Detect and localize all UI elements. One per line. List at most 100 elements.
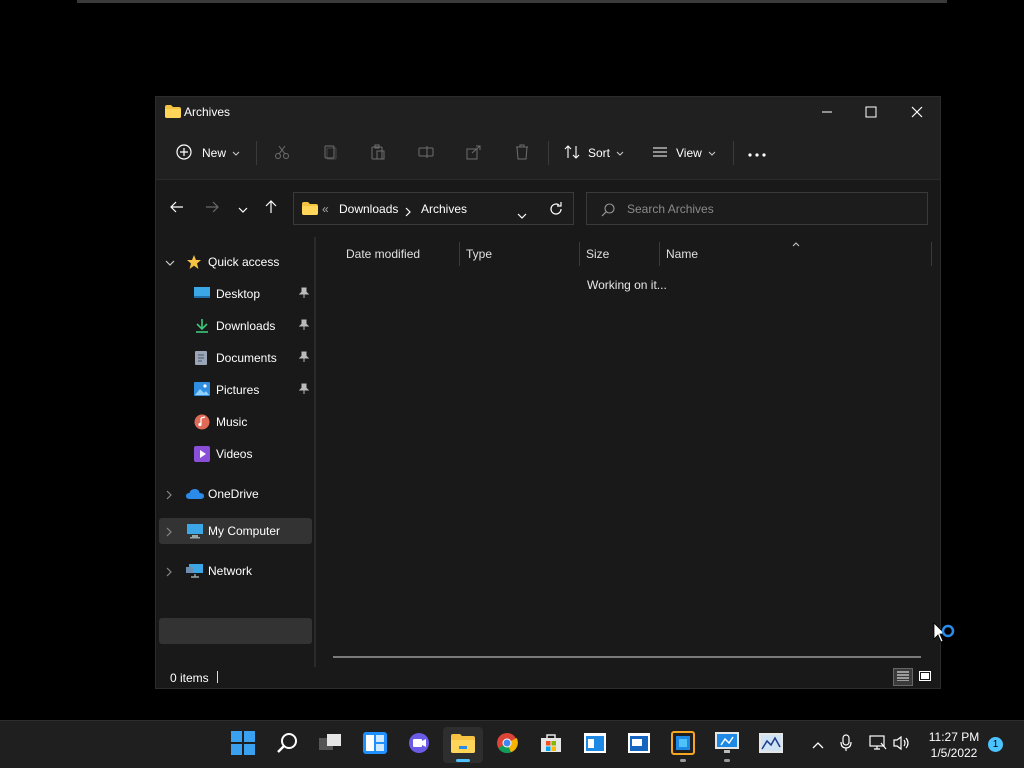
show-hidden-icons-button[interactable] bbox=[808, 735, 828, 755]
title-bar[interactable]: Archives bbox=[156, 97, 940, 127]
copy-icon bbox=[322, 144, 338, 163]
chrome-icon bbox=[496, 732, 518, 759]
app-taskbar-button-2[interactable] bbox=[619, 727, 659, 763]
speaker-icon bbox=[893, 735, 911, 756]
column-separator[interactable] bbox=[459, 242, 460, 266]
column-header-name[interactable]: Name bbox=[666, 242, 698, 266]
paste-button[interactable] bbox=[370, 139, 386, 167]
window-app-icon bbox=[584, 732, 606, 758]
refresh-button[interactable] bbox=[549, 202, 563, 221]
details-view-button[interactable] bbox=[893, 668, 913, 686]
column-header-size[interactable]: Size bbox=[586, 242, 609, 266]
microphone-button[interactable] bbox=[836, 733, 856, 755]
file-explorer-window: Archives New Sort View « Downloads Archi… bbox=[155, 96, 941, 689]
loading-status: Working on it... bbox=[587, 278, 667, 292]
start-button[interactable] bbox=[223, 727, 263, 763]
window-title: Archives bbox=[184, 105, 231, 119]
command-separator bbox=[733, 141, 734, 165]
rename-icon bbox=[418, 144, 434, 163]
chat-button[interactable] bbox=[399, 727, 439, 763]
maximize-button[interactable] bbox=[848, 97, 894, 127]
clock-time: 11:27 PM bbox=[928, 730, 980, 744]
chrome-taskbar-button[interactable] bbox=[487, 727, 527, 763]
cut-button[interactable] bbox=[274, 139, 290, 167]
pin-icon[interactable] bbox=[298, 383, 310, 398]
nav-my-computer[interactable]: My Computer bbox=[159, 518, 312, 544]
nav-onedrive[interactable]: OneDrive bbox=[159, 481, 312, 507]
list-view-icon bbox=[652, 144, 668, 163]
address-bar[interactable]: « Downloads Archives bbox=[293, 192, 574, 225]
column-header-type[interactable]: Type bbox=[466, 242, 492, 266]
arrow-up-icon bbox=[265, 199, 277, 219]
nav-item-videos[interactable]: Videos bbox=[159, 441, 312, 467]
chevron-up-icon bbox=[812, 736, 824, 754]
nav-item-label: Desktop bbox=[216, 287, 261, 301]
nav-item-music[interactable]: Music bbox=[159, 409, 312, 435]
nav-network[interactable]: Network bbox=[159, 558, 312, 584]
network-status-button[interactable] bbox=[868, 734, 888, 755]
store-taskbar-button[interactable] bbox=[531, 727, 571, 763]
tiles-view-button[interactable] bbox=[915, 668, 935, 686]
back-button[interactable] bbox=[165, 198, 189, 220]
virtualbox-taskbar-button[interactable] bbox=[663, 727, 703, 763]
pin-icon[interactable] bbox=[298, 351, 310, 366]
app-taskbar-button-1[interactable] bbox=[575, 727, 615, 763]
more-icon bbox=[748, 146, 766, 160]
window-app-icon bbox=[628, 732, 650, 758]
chevron-down-icon bbox=[165, 256, 175, 270]
column-header-date-modified[interactable]: Date modified bbox=[346, 242, 420, 266]
breadcrumb-overflow[interactable]: « bbox=[322, 202, 329, 216]
pin-icon[interactable] bbox=[298, 287, 310, 302]
command-separator bbox=[256, 141, 257, 165]
column-separator[interactable] bbox=[931, 242, 932, 266]
sort-button[interactable]: Sort bbox=[564, 139, 624, 167]
more-options-button[interactable] bbox=[748, 139, 766, 167]
remote-desktop-taskbar-button[interactable] bbox=[707, 727, 747, 763]
copy-button[interactable] bbox=[322, 139, 338, 167]
view-button-label: View bbox=[676, 146, 702, 160]
forward-button[interactable] bbox=[200, 198, 224, 220]
scissors-icon bbox=[274, 144, 290, 163]
running-indicator bbox=[724, 759, 730, 762]
view-button[interactable]: View bbox=[652, 139, 716, 167]
horizontal-scrollbar[interactable] bbox=[333, 656, 921, 658]
delete-button[interactable] bbox=[514, 139, 530, 167]
folder-icon bbox=[165, 105, 181, 123]
notification-badge[interactable]: 1 bbox=[988, 737, 1003, 752]
search-box[interactable]: Search Archives bbox=[586, 192, 928, 225]
new-button[interactable]: New bbox=[176, 139, 240, 167]
rename-button[interactable] bbox=[418, 139, 434, 167]
up-button[interactable] bbox=[259, 198, 283, 220]
share-button[interactable] bbox=[466, 139, 482, 167]
status-divider bbox=[217, 671, 218, 683]
column-separator[interactable] bbox=[659, 242, 660, 266]
nav-quick-access[interactable]: Quick access bbox=[159, 249, 312, 275]
nav-onedrive-label: OneDrive bbox=[208, 487, 259, 501]
nav-item-desktop[interactable]: Desktop bbox=[159, 281, 312, 307]
address-dropdown-button[interactable] bbox=[517, 206, 527, 224]
volume-button[interactable] bbox=[892, 735, 912, 755]
file-explorer-taskbar-button[interactable] bbox=[443, 727, 483, 763]
computer-icon bbox=[186, 523, 204, 542]
breadcrumb-archives[interactable]: Archives bbox=[421, 202, 467, 216]
taskbar-search-button[interactable] bbox=[267, 727, 307, 763]
performance-monitor-taskbar-button[interactable] bbox=[751, 727, 791, 763]
close-button[interactable] bbox=[894, 97, 940, 127]
minimize-button[interactable] bbox=[804, 97, 850, 127]
pin-icon[interactable] bbox=[298, 319, 310, 334]
background-window-edge bbox=[77, 0, 947, 3]
clock[interactable]: 11:27 PM 1/5/2022 bbox=[924, 729, 984, 761]
details-view-icon bbox=[897, 668, 909, 686]
recent-locations-button[interactable] bbox=[231, 198, 255, 220]
address-row: « Downloads Archives Search Archives bbox=[156, 179, 940, 237]
performance-monitor-icon bbox=[759, 732, 783, 758]
search-input[interactable]: Search Archives bbox=[627, 202, 714, 216]
column-separator[interactable] bbox=[579, 242, 580, 266]
nav-item-downloads[interactable]: Downloads bbox=[159, 313, 312, 339]
task-view-button[interactable] bbox=[311, 727, 351, 763]
breadcrumb-downloads[interactable]: Downloads bbox=[339, 202, 398, 216]
chevron-down-icon bbox=[232, 146, 240, 160]
nav-item-pictures[interactable]: Pictures bbox=[159, 377, 312, 403]
widgets-button[interactable] bbox=[355, 727, 395, 763]
nav-item-documents[interactable]: Documents bbox=[159, 345, 312, 371]
